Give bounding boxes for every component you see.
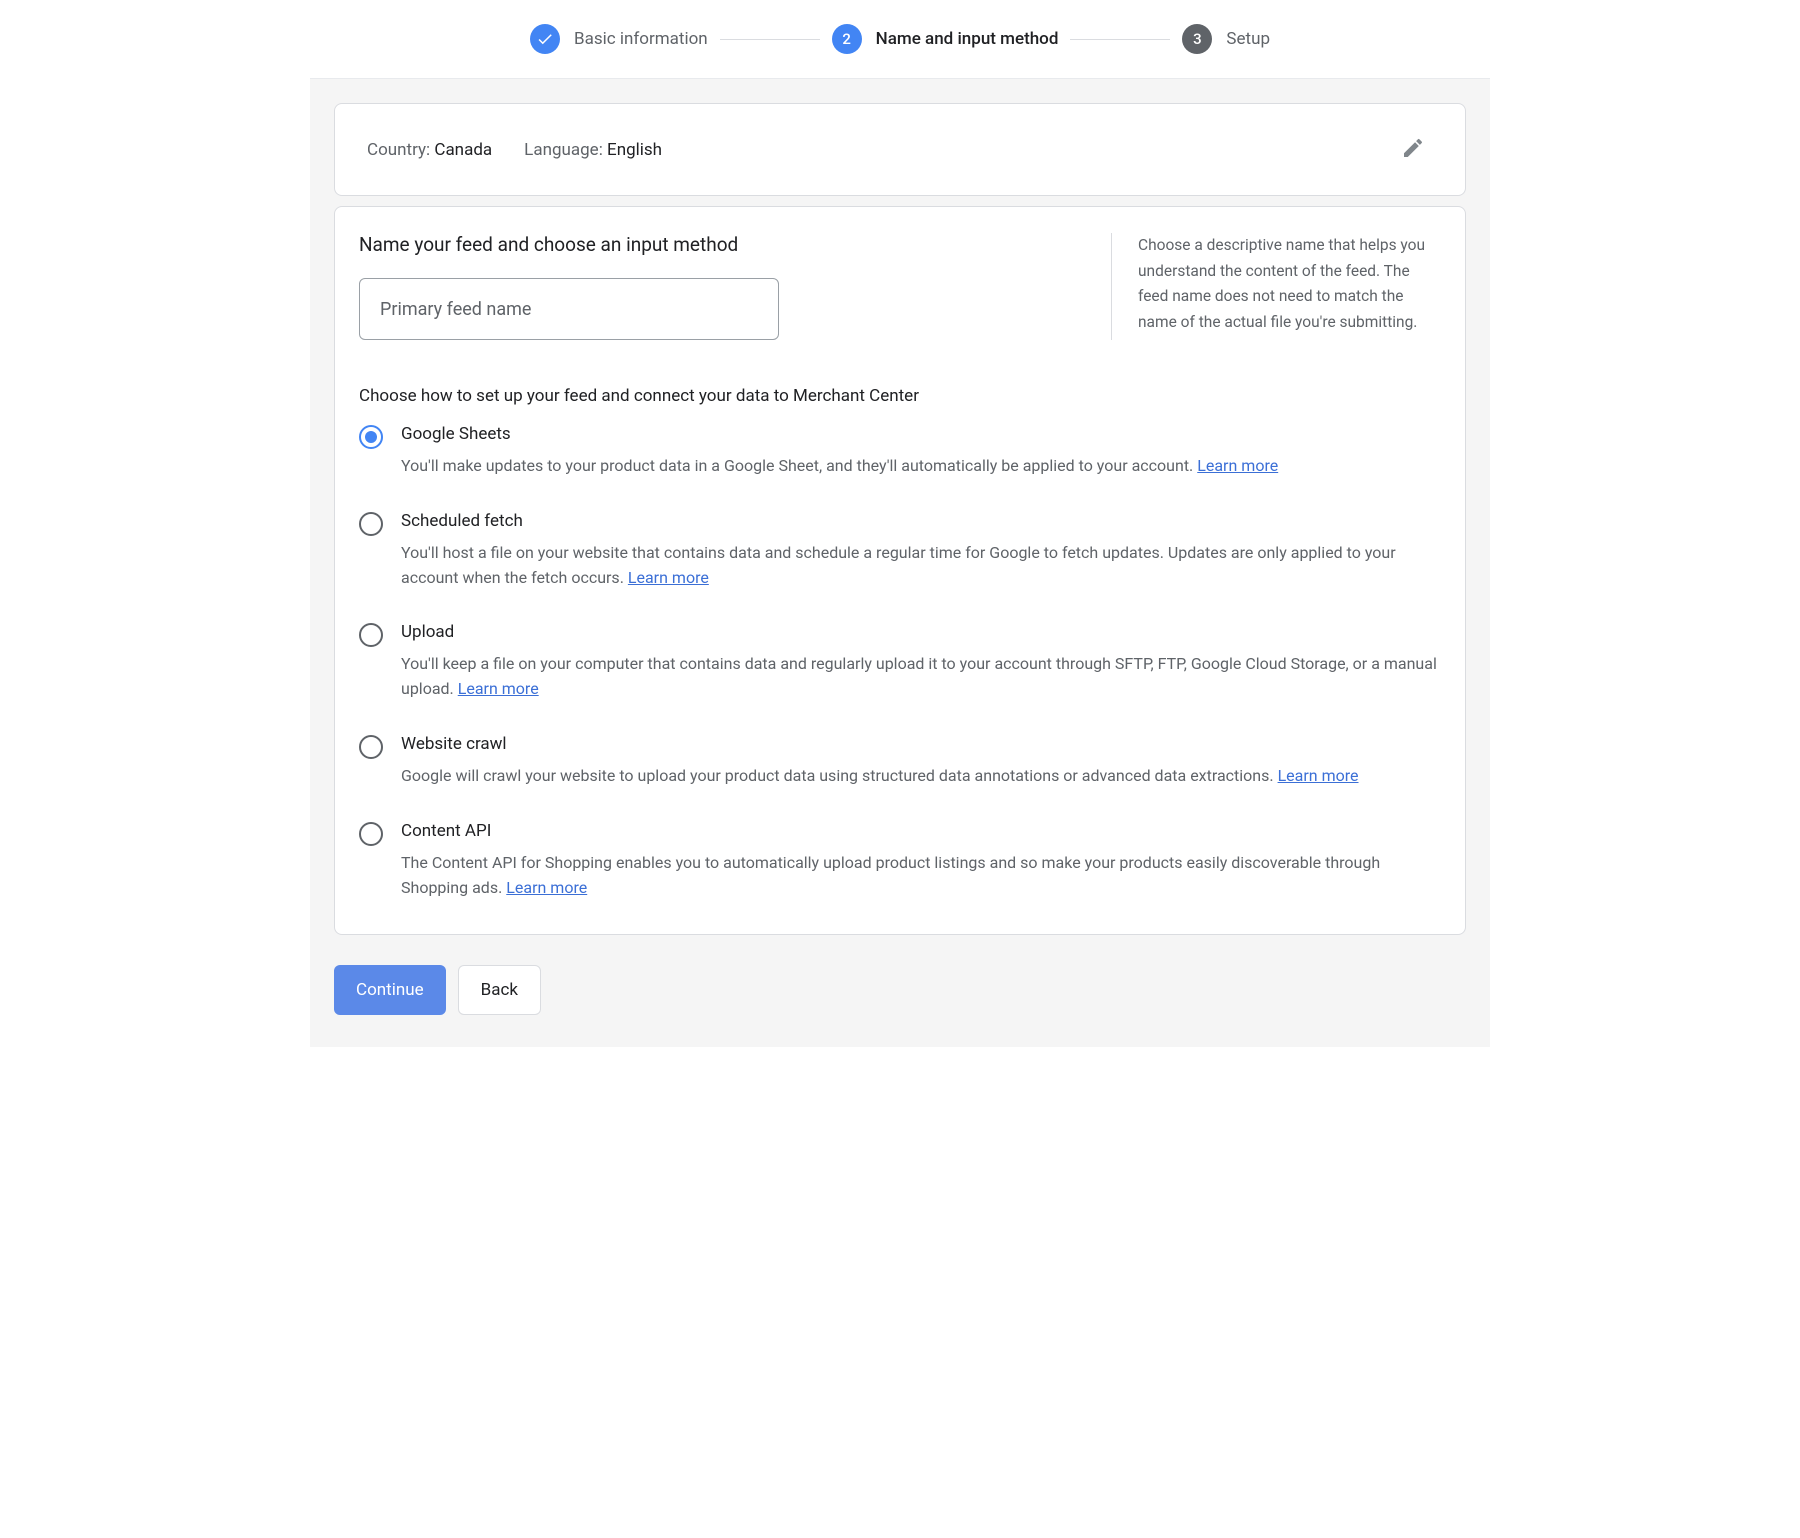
- option-google-sheets: Google Sheets You'll make updates to you…: [359, 424, 1441, 479]
- radio-website-crawl[interactable]: [359, 735, 383, 759]
- option-title[interactable]: Website crawl: [401, 734, 1441, 754]
- content-area: Country: Canada Language: English Name y…: [310, 79, 1490, 1047]
- summary-value: English: [607, 140, 662, 160]
- option-title[interactable]: Google Sheets: [401, 424, 1441, 444]
- option-desc-text: You'll make updates to your product data…: [401, 456, 1197, 475]
- option-desc: You'll make updates to your product data…: [401, 454, 1441, 479]
- option-content-api: Content API The Content API for Shopping…: [359, 821, 1441, 901]
- step-number-icon: 2: [832, 24, 862, 54]
- pencil-icon: [1401, 136, 1425, 163]
- step-label: Basic information: [574, 29, 708, 49]
- step-number-icon: 3: [1182, 24, 1212, 54]
- step-name-and-input-method[interactable]: 2 Name and input method: [832, 24, 1059, 54]
- stepper: Basic information 2 Name and input metho…: [310, 0, 1490, 79]
- step-divider: [720, 39, 820, 40]
- method-title: Choose how to set up your feed and conne…: [359, 386, 1441, 406]
- radio-content-api[interactable]: [359, 822, 383, 846]
- option-desc: You'll host a file on your website that …: [401, 541, 1441, 591]
- edit-button[interactable]: [1393, 128, 1433, 171]
- option-upload: Upload You'll keep a file on your comput…: [359, 622, 1441, 702]
- option-desc-text: You'll host a file on your website that …: [401, 543, 1396, 587]
- feed-name-input[interactable]: [359, 278, 779, 340]
- summary-items: Country: Canada Language: English: [367, 140, 662, 160]
- option-scheduled-fetch: Scheduled fetch You'll host a file on yo…: [359, 511, 1441, 591]
- summary-label: Country:: [367, 140, 434, 160]
- option-title[interactable]: Content API: [401, 821, 1441, 841]
- summary-label: Language:: [524, 140, 607, 160]
- button-row: Continue Back: [334, 965, 1466, 1015]
- radio-scheduled-fetch[interactable]: [359, 512, 383, 536]
- summary-country: Country: Canada: [367, 140, 492, 160]
- option-desc-text: Google will crawl your website to upload…: [401, 766, 1278, 785]
- option-desc: You'll keep a file on your computer that…: [401, 652, 1441, 702]
- option-desc: The Content API for Shopping enables you…: [401, 851, 1441, 901]
- back-button[interactable]: Back: [458, 965, 541, 1015]
- option-title[interactable]: Upload: [401, 622, 1441, 642]
- continue-button[interactable]: Continue: [334, 965, 446, 1015]
- summary-card: Country: Canada Language: English: [334, 103, 1466, 196]
- option-title[interactable]: Scheduled fetch: [401, 511, 1441, 531]
- option-desc: Google will crawl your website to upload…: [401, 764, 1441, 789]
- step-setup[interactable]: 3 Setup: [1182, 24, 1270, 54]
- radio-google-sheets[interactable]: [359, 425, 383, 449]
- radio-upload[interactable]: [359, 623, 383, 647]
- help-text: Choose a descriptive name that helps you…: [1111, 233, 1441, 340]
- main-card: Name your feed and choose an input metho…: [334, 206, 1466, 935]
- learn-more-link[interactable]: Learn more: [458, 679, 539, 698]
- step-basic-information[interactable]: Basic information: [530, 24, 708, 54]
- learn-more-link[interactable]: Learn more: [1197, 456, 1278, 475]
- step-label: Name and input method: [876, 29, 1059, 49]
- step-divider: [1070, 39, 1170, 40]
- summary-language: Language: English: [524, 140, 662, 160]
- step-label: Setup: [1226, 29, 1270, 49]
- learn-more-link[interactable]: Learn more: [506, 878, 587, 897]
- learn-more-link[interactable]: Learn more: [1278, 766, 1359, 785]
- option-desc-text: You'll keep a file on your computer that…: [401, 654, 1437, 698]
- section-title: Name your feed and choose an input metho…: [359, 233, 1077, 256]
- summary-value: Canada: [434, 140, 492, 160]
- learn-more-link[interactable]: Learn more: [628, 568, 709, 587]
- check-icon: [530, 24, 560, 54]
- option-website-crawl: Website crawl Google will crawl your web…: [359, 734, 1441, 789]
- options-list: Google Sheets You'll make updates to you…: [359, 424, 1441, 900]
